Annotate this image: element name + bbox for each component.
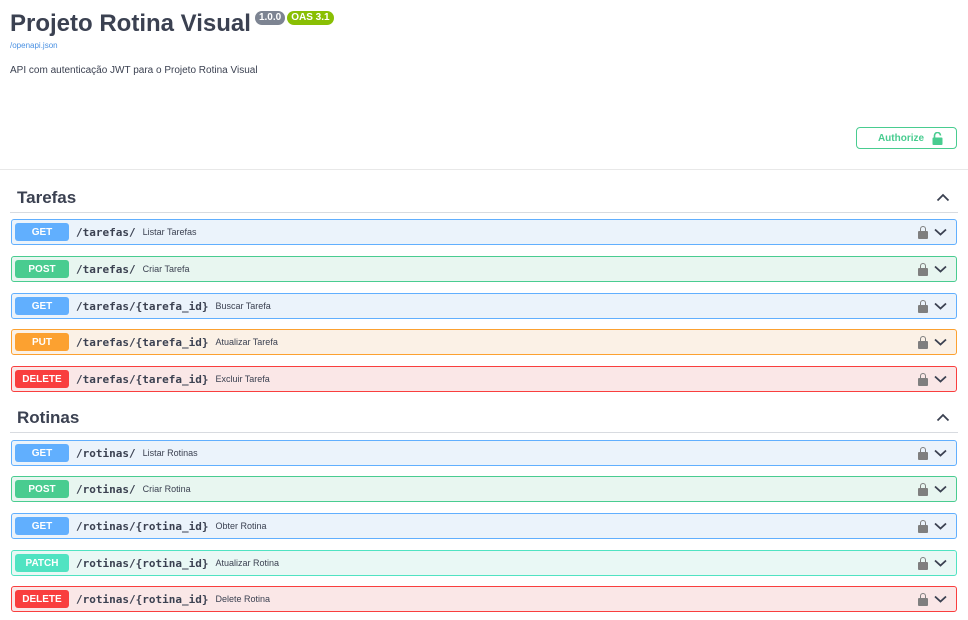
endpoint-summary: Atualizar Tarefa	[215, 337, 278, 347]
chevron-down-icon[interactable]	[932, 265, 948, 273]
chevron-down-icon[interactable]	[932, 228, 948, 236]
endpoint-summary: Obter Rotina	[215, 521, 267, 531]
chevron-down-icon[interactable]	[932, 485, 948, 493]
endpoint-summary: Delete Rotina	[215, 594, 270, 604]
endpoint-path: /rotinas/{rotina_id}	[76, 592, 209, 606]
lock-icon[interactable]	[918, 519, 928, 533]
method-badge: POST	[15, 260, 69, 278]
lock-icon[interactable]	[918, 446, 928, 460]
operation-row[interactable]: PATCH/rotinas/{rotina_id} Atualizar Rotin…	[11, 550, 957, 576]
method-badge: DELETE	[15, 370, 69, 388]
api-description: API com autenticação JWT para o Projeto …	[10, 65, 258, 76]
chevron-down-icon[interactable]	[932, 302, 948, 310]
lock-icon[interactable]	[918, 556, 928, 570]
operation-row[interactable]: GET/tarefas/{tarefa_id} Buscar Tarefa	[11, 293, 957, 319]
endpoint-path: /rotinas/	[76, 446, 136, 460]
endpoint-summary: Atualizar Rotina	[215, 558, 279, 568]
oas-badge: OAS 3.1	[287, 11, 334, 25]
tag-section-tarefas[interactable]: Tarefas	[10, 183, 958, 213]
lock-icon[interactable]	[918, 372, 928, 386]
method-badge: POST	[15, 480, 69, 498]
endpoint-path: /tarefas/	[76, 225, 136, 239]
operation-row[interactable]: POST/rotinas/Criar Rotina	[11, 476, 957, 502]
api-title: Projeto Rotina Visual	[10, 10, 251, 37]
header-divider	[0, 169, 968, 170]
authorize-button[interactable]: Authorize	[856, 127, 957, 149]
lock-icon[interactable]	[918, 225, 928, 239]
api-info: Projeto Rotina Visual 1.0.0 OAS 3.1 /ope…	[10, 8, 958, 76]
openapi-spec-link[interactable]: /openapi.json	[10, 41, 958, 50]
method-badge: GET	[15, 517, 69, 535]
endpoint-path: /rotinas/{rotina_id}	[76, 556, 209, 570]
chevron-down-icon[interactable]	[932, 595, 948, 603]
tag-section-rotinas[interactable]: Rotinas	[10, 403, 958, 433]
lock-icon[interactable]	[918, 482, 928, 496]
method-badge: GET	[15, 297, 69, 315]
lock-icon[interactable]	[918, 299, 928, 313]
chevron-down-icon[interactable]	[932, 559, 948, 567]
chevron-down-icon[interactable]	[932, 375, 948, 383]
operation-row[interactable]: DELETE/rotinas/{rotina_id} Delete Rotina	[11, 586, 957, 612]
endpoint-path: /tarefas/{tarefa_id}	[76, 335, 209, 349]
lock-icon[interactable]	[918, 262, 928, 276]
endpoint-path: /tarefas/{tarefa_id}	[76, 372, 209, 386]
method-badge: GET	[15, 444, 69, 462]
chevron-down-icon[interactable]	[932, 338, 948, 346]
operation-row[interactable]: GET/rotinas/{rotina_id} Obter Rotina	[11, 513, 957, 539]
operation-row[interactable]: GET/rotinas/Listar Rotinas	[11, 440, 957, 466]
method-badge: PATCH	[15, 554, 69, 572]
lock-icon[interactable]	[918, 592, 928, 606]
endpoint-path: /rotinas/{rotina_id}	[76, 519, 209, 533]
operation-row[interactable]: POST/tarefas/Criar Tarefa	[11, 256, 957, 282]
authorize-label: Authorize	[877, 132, 925, 144]
operation-row[interactable]: PUT/tarefas/{tarefa_id} Atualizar Tarefa	[11, 329, 957, 355]
chevron-down-icon[interactable]	[932, 449, 948, 457]
endpoint-summary: Listar Rotinas	[142, 448, 198, 458]
method-badge: PUT	[15, 333, 69, 351]
version-badge: 1.0.0	[254, 11, 286, 25]
chevron-up-icon[interactable]	[928, 403, 958, 433]
endpoint-path: /rotinas/	[76, 482, 136, 496]
endpoint-summary: Excluir Tarefa	[215, 374, 270, 384]
tag-title: Tarefas	[17, 187, 77, 207]
lock-icon[interactable]	[918, 335, 928, 349]
endpoint-summary: Listar Tarefas	[142, 227, 197, 237]
chevron-up-icon[interactable]	[928, 183, 958, 213]
method-badge: GET	[15, 223, 69, 241]
method-badge: DELETE	[15, 590, 69, 608]
endpoint-path: /tarefas/	[76, 262, 136, 276]
endpoint-summary: Criar Rotina	[142, 484, 191, 494]
operation-row[interactable]: GET/tarefas/Listar Tarefas	[11, 219, 957, 245]
endpoint-path: /tarefas/{tarefa_id}	[76, 299, 209, 313]
chevron-down-icon[interactable]	[932, 522, 948, 530]
tag-title: Rotinas	[17, 407, 80, 427]
endpoint-summary: Buscar Tarefa	[215, 301, 271, 311]
unlocked-icon	[932, 131, 943, 145]
operation-row[interactable]: DELETE/tarefas/{tarefa_id} Excluir Tarefa	[11, 366, 957, 392]
endpoint-summary: Criar Tarefa	[142, 264, 190, 274]
